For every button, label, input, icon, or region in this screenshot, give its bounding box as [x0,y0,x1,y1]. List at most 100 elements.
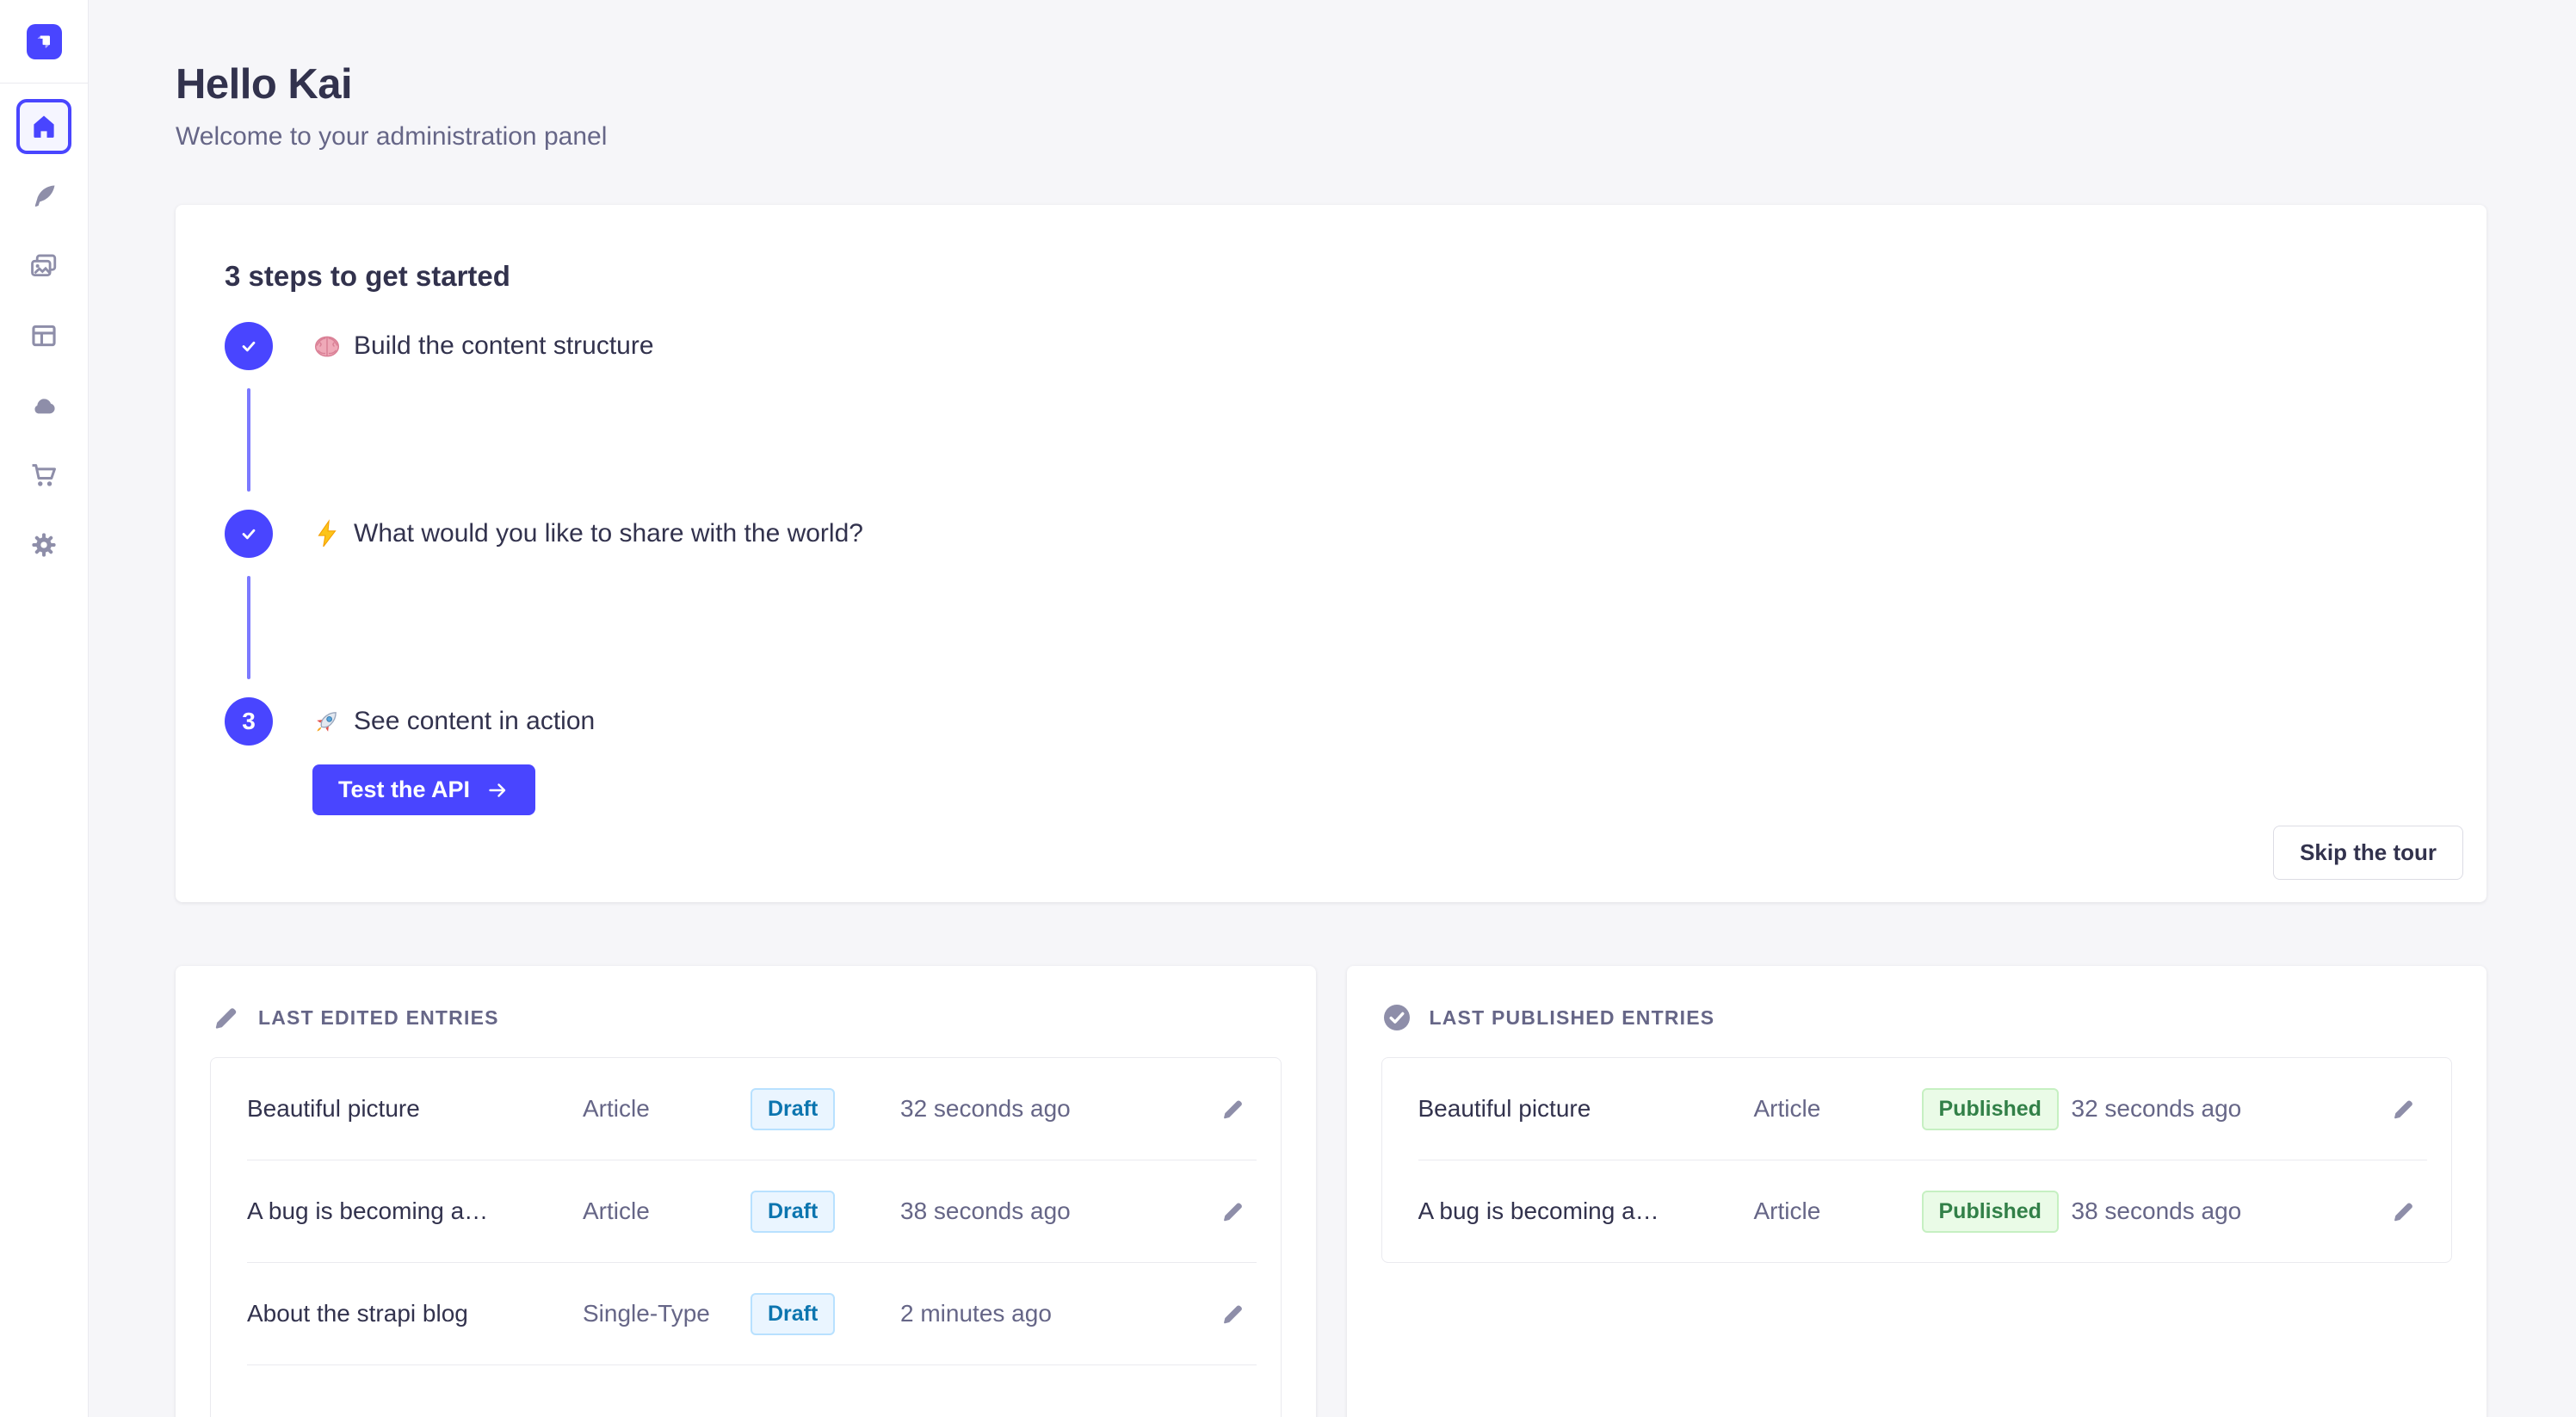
sidebar-nav [16,99,71,572]
step-label: What would you like to share with the wo… [312,510,863,558]
skip-the-tour-button[interactable]: Skip the tour [2273,826,2463,880]
strapi-logo-icon [33,30,55,53]
entry-time: 32 seconds ago [2072,1095,2373,1123]
table-row: Beautiful picture Article Published 32 s… [1382,1058,2452,1160]
cart-icon [29,461,59,490]
entry-title: A bug is becoming a… [1418,1197,1754,1225]
edit-entry-button[interactable] [2386,1092,2420,1126]
status-badge: Draft [751,1191,835,1233]
arrow-right-icon [485,780,510,801]
status-badge: Draft [751,1293,835,1335]
getting-started-card: 3 steps to get started [176,205,2486,902]
step-connector-line [247,576,250,679]
last-published-panel: LAST PUBLISHED ENTRIES Beautiful picture… [1347,966,2487,1417]
step-body: Build the content structure [312,322,654,510]
strapi-logo[interactable] [27,24,62,59]
last-published-table: Beautiful picture Article Published 32 s… [1381,1057,2453,1263]
entry-time: 32 seconds ago [900,1095,1202,1123]
pencil-icon [1219,1197,1246,1225]
pencil-icon [2389,1095,2417,1123]
table-filler [211,1365,1281,1417]
step-rail: 3 [225,697,273,815]
edit-entry-button[interactable] [1215,1092,1250,1126]
status-badge: Published [1922,1191,2059,1233]
step-label-text: Build the content structure [354,331,654,361]
sidebar [0,0,89,1417]
pencil-icon [1219,1095,1246,1123]
status-badge: Published [1922,1088,2059,1130]
home-icon [29,112,59,141]
sidebar-item-media-library[interactable] [16,238,71,294]
table-row: A bug is becoming a… Article Draft 38 se… [211,1160,1281,1262]
step-label-text: See content in action [354,707,595,736]
sidebar-item-marketplace[interactable] [16,448,71,503]
gear-icon [29,530,59,560]
entry-kind: Single-Type [583,1300,751,1327]
sidebar-item-settings[interactable] [16,517,71,572]
entry-kind: Article [583,1197,751,1225]
entry-title: Beautiful picture [1418,1095,1754,1123]
last-edited-panel: LAST EDITED ENTRIES Beautiful picture Ar… [176,966,1316,1417]
last-edited-header: LAST EDITED ENTRIES [210,1002,1282,1033]
step-body: What would you like to share with the wo… [312,510,863,697]
table-row: About the strapi blog Single-Type Draft … [211,1263,1281,1364]
page-subtitle: Welcome to your administration panel [176,122,2486,152]
check-icon [238,335,260,357]
step-rail [225,322,273,510]
feather-icon [29,182,59,211]
pencil-icon [2389,1197,2417,1225]
entry-kind: Article [1754,1095,1922,1123]
images-icon [29,251,59,281]
pencil-icon [210,1002,241,1033]
last-edited-table: Beautiful picture Article Draft 32 secon… [210,1057,1282,1417]
sidebar-item-content-manager[interactable] [16,169,71,224]
step-body: See content in action Test the API [312,697,595,815]
step-label-text: What would you like to share with the wo… [354,519,863,548]
page-title: Hello Kai [176,60,2486,108]
sidebar-item-home[interactable] [16,99,71,154]
edit-entry-button[interactable] [2386,1194,2420,1228]
last-published-header: LAST PUBLISHED ENTRIES [1381,1002,2453,1033]
last-published-title: LAST PUBLISHED ENTRIES [1430,1006,1715,1030]
check-circle-icon [1381,1002,1412,1033]
step-see-content-in-action: 3 See content in action [225,697,2463,815]
sidebar-item-deploy[interactable] [16,378,71,433]
step-label: Build the content structure [312,322,654,370]
sidebar-logo-section [0,0,88,84]
step-number-indicator: 3 [225,697,273,746]
cloud-icon [29,391,59,420]
test-the-api-button[interactable]: Test the API [312,764,535,815]
strapi-admin-app: Hello Kai Welcome to your administration… [0,0,2576,1417]
main-content: Hello Kai Welcome to your administration… [89,0,2576,1417]
entry-time: 2 minutes ago [900,1300,1202,1327]
entry-title: A bug is becoming a… [247,1197,583,1225]
layout-icon [29,321,59,350]
entry-kind: Article [583,1095,751,1123]
table-row: Beautiful picture Article Draft 32 secon… [211,1058,1281,1160]
steps-title: 3 steps to get started [225,260,2463,293]
step-number: 3 [242,708,256,735]
sidebar-item-content-type-builder[interactable] [16,308,71,363]
test-the-api-label: Test the API [338,777,470,803]
table-row: A bug is becoming a… Article Published 3… [1382,1160,2452,1262]
zap-icon [312,519,342,548]
edit-entry-button[interactable] [1215,1296,1250,1331]
entry-time: 38 seconds ago [2072,1197,2373,1225]
edit-entry-button[interactable] [1215,1194,1250,1228]
step-share-with-world: What would you like to share with the wo… [225,510,2463,697]
brain-icon [312,331,342,361]
pencil-icon [1219,1300,1246,1327]
status-badge: Draft [751,1088,835,1130]
last-edited-title: LAST EDITED ENTRIES [258,1006,499,1030]
entry-title: Beautiful picture [247,1095,583,1123]
page-header: Hello Kai Welcome to your administration… [176,60,2486,152]
entries-panels: LAST EDITED ENTRIES Beautiful picture Ar… [176,966,2486,1417]
step-done-indicator [225,510,273,558]
check-icon [238,523,260,545]
entry-title: About the strapi blog [247,1300,583,1327]
step-connector-line [247,388,250,492]
step-label: See content in action [312,697,595,746]
entry-kind: Article [1754,1197,1922,1225]
entry-time: 38 seconds ago [900,1197,1202,1225]
rocket-icon [312,707,342,736]
